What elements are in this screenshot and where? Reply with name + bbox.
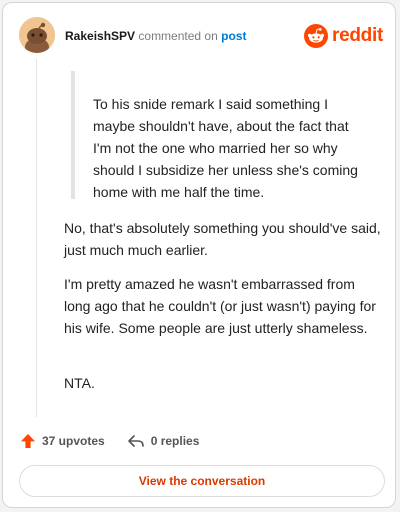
comment-actions: 37 upvotes 0 replies <box>20 431 199 451</box>
reddit-logo[interactable]: reddit <box>304 23 383 49</box>
upvote-button[interactable]: 37 upvotes <box>20 433 105 449</box>
post-link[interactable]: post <box>221 29 246 43</box>
action-text: commented on <box>138 29 218 43</box>
user-avatar[interactable] <box>19 17 55 53</box>
quoted-text: To his snide remark I said something I m… <box>93 96 358 200</box>
comment-paragraph-1: No, that's absolutely something you shou… <box>64 220 381 258</box>
reply-button[interactable]: 0 replies <box>127 433 200 449</box>
reply-arrow-icon <box>127 435 144 447</box>
reply-count: 0 replies <box>150 434 200 448</box>
view-conversation-button[interactable]: View the conversation <box>19 465 385 497</box>
thread-line <box>36 59 37 417</box>
comment-meta: RakeishSPV commented on post <box>65 29 246 43</box>
comment-paragraph-3: NTA. <box>64 375 95 391</box>
upvote-count: 37 upvotes <box>42 434 105 448</box>
upvote-arrow-icon <box>21 434 35 448</box>
comment-header: RakeishSPV commented on post reddit <box>19 17 383 57</box>
comment-card: RakeishSPV commented on post reddit To h… <box>2 2 396 508</box>
comment-paragraph-2: I'm pretty amazed he wasn't embarrassed … <box>64 276 376 336</box>
snoo-avatar-icon <box>19 17 55 53</box>
quote-bar <box>71 71 75 199</box>
reddit-snoo-logo-icon <box>304 24 329 48</box>
reddit-wordmark: reddit <box>332 25 383 46</box>
username[interactable]: RakeishSPV <box>65 29 135 43</box>
